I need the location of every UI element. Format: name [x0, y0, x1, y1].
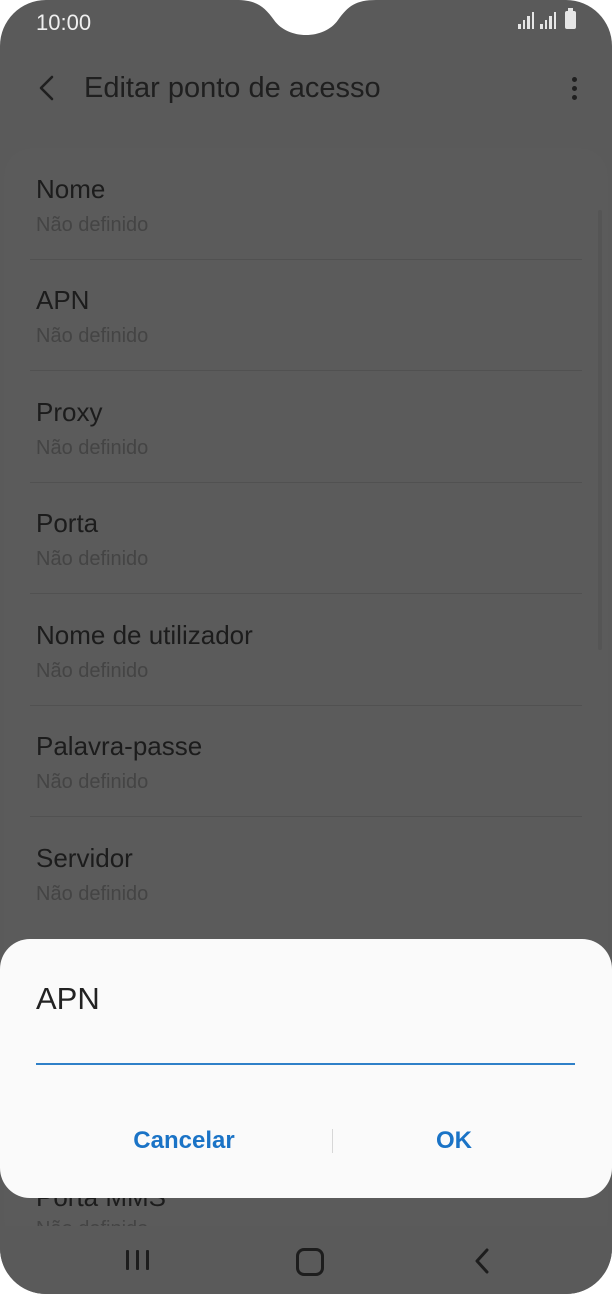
- list-item-porta[interactable]: Porta Não definido: [0, 482, 612, 592]
- phone-screen: 10:00 Editar ponto de acesso Nome Não de…: [0, 0, 612, 1294]
- item-title: Nome: [36, 174, 106, 204]
- recent-apps-icon: [126, 1250, 129, 1270]
- item-title: Proxy: [36, 397, 103, 427]
- list-item-nome[interactable]: Nome Não definido: [0, 148, 612, 258]
- item-value: Não definido: [36, 771, 149, 793]
- list-item-proxy[interactable]: Proxy Não definido: [0, 371, 612, 481]
- item-title: Palavra-passe: [36, 731, 203, 761]
- list-item-servidor[interactable]: Servidor Não definido: [0, 817, 612, 927]
- camera-notch: [236, 0, 376, 46]
- item-title: APN: [36, 285, 90, 315]
- status-bar: 10:00: [0, 0, 612, 46]
- item-title: Nome de utilizador: [36, 620, 253, 650]
- apn-input[interactable]: [36, 1019, 575, 1065]
- item-value: Não definido: [36, 883, 149, 905]
- item-value: Não definido: [36, 437, 149, 459]
- nav-back-icon: [475, 1248, 489, 1274]
- ok-button[interactable]: OK: [329, 1119, 579, 1163]
- cancel-button[interactable]: Cancelar: [59, 1119, 309, 1163]
- navigation-bar: [0, 1226, 612, 1294]
- dialog-title: APN: [36, 981, 100, 1016]
- item-title: Porta: [36, 508, 99, 538]
- list-item-palavra-passe[interactable]: Palavra-passe Não definido: [0, 705, 612, 815]
- battery-icon: [565, 8, 576, 29]
- item-value: Não definido: [36, 660, 149, 682]
- apn-dialog: APN Cancelar OK: [0, 939, 612, 1198]
- signal-icon-2: [540, 11, 556, 29]
- item-value: Não definido: [36, 214, 149, 236]
- recent-apps-button[interactable]: [126, 1250, 149, 1270]
- status-icons: [518, 8, 576, 29]
- item-value: Não definido: [36, 548, 149, 570]
- back-arrow-icon: [39, 75, 54, 101]
- list-item-apn[interactable]: APN Não definido: [0, 259, 612, 369]
- home-button[interactable]: [296, 1248, 324, 1276]
- status-time: 10:00: [36, 10, 92, 35]
- nav-back-button[interactable]: [470, 1246, 494, 1276]
- item-title: Servidor: [36, 843, 133, 873]
- item-value: Não definido: [36, 325, 149, 347]
- list-item-nome-utilizador[interactable]: Nome de utilizador Não definido: [0, 594, 612, 704]
- more-vert-icon: [571, 76, 577, 82]
- more-options-button[interactable]: [564, 70, 584, 106]
- app-bar: Editar ponto de acesso: [0, 56, 612, 122]
- back-button[interactable]: [28, 68, 68, 108]
- signal-icon: [518, 11, 534, 29]
- page-title: Editar ponto de acesso: [84, 72, 381, 104]
